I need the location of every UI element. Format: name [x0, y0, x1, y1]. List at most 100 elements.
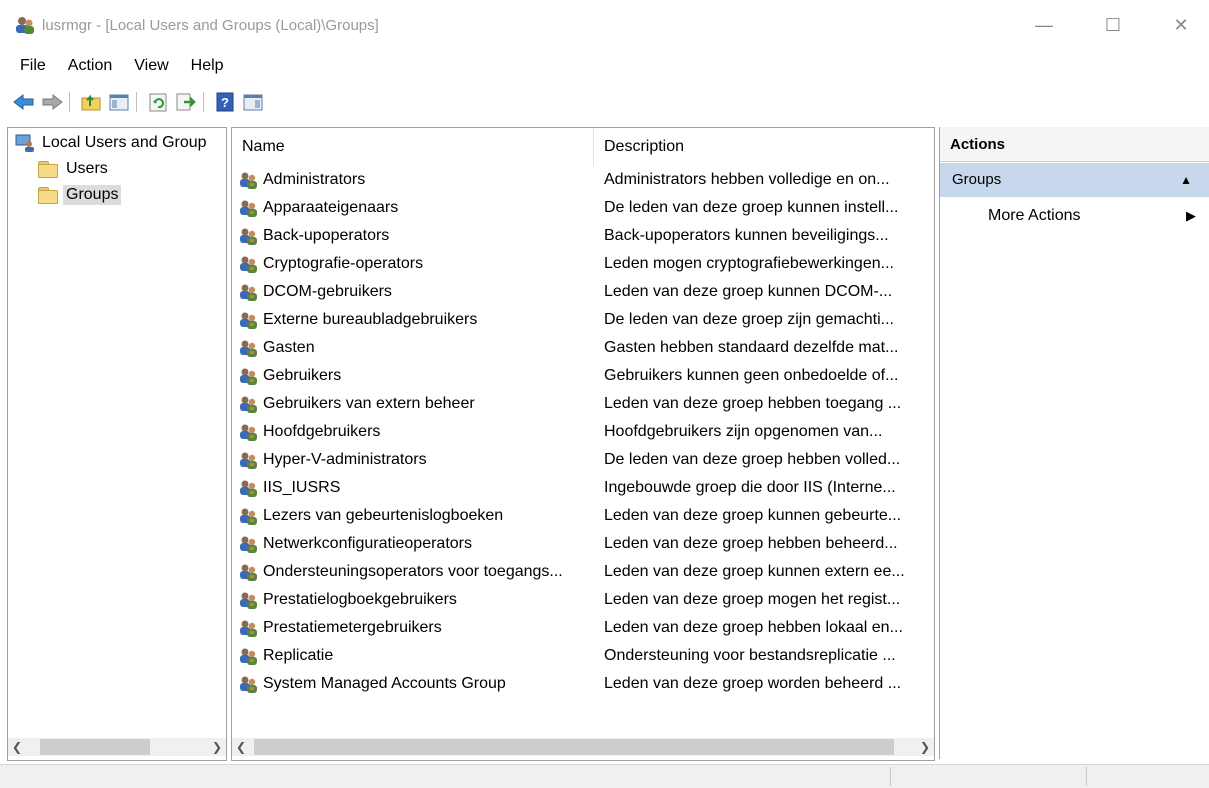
group-description: Ondersteuning voor bestandsreplicatie ..…	[604, 647, 896, 664]
scroll-left-icon[interactable]: ❮	[8, 738, 26, 756]
tree-item-groups-label: Groups	[63, 185, 122, 205]
tree-horizontal-scrollbar[interactable]: ❮ ❯	[8, 738, 226, 756]
group-name: Gebruikers van extern beheer	[263, 395, 475, 412]
computer-users-icon	[15, 134, 34, 152]
actions-title: Actions	[940, 127, 1209, 162]
column-header-description[interactable]: Description	[594, 128, 934, 166]
table-row[interactable]: Lezers van gebeurtenislogboeken Leden van…	[232, 502, 934, 530]
table-row[interactable]: Netwerkconfiguratieoperators Leden van de…	[232, 530, 934, 558]
table-row[interactable]: Ondersteuningsoperators voor toegangs...…	[232, 558, 934, 586]
group-name-cell: Administrators	[232, 170, 594, 190]
users-group-icon	[240, 368, 257, 385]
table-row[interactable]: Cryptografie-operators Leden mogen crypto…	[232, 250, 934, 278]
table-row[interactable]: DCOM-gebruikers Leden van deze groep kunn…	[232, 278, 934, 306]
group-name: Gebruikers	[263, 367, 342, 384]
users-group-icon	[240, 564, 257, 581]
scrollbar-thumb[interactable]	[254, 739, 894, 755]
group-name: Cryptografie-operators	[263, 255, 424, 272]
group-name-cell: Apparaateigenaars	[232, 198, 594, 218]
group-name: DCOM-gebruikers	[263, 283, 392, 300]
table-row[interactable]: Back-upoperators Back-upoperators kunnen …	[232, 222, 934, 250]
table-row[interactable]: Administrators Administrators hebben voll…	[232, 166, 934, 194]
refresh-icon[interactable]	[146, 90, 170, 114]
group-description: De leden van deze groep zijn gemachti...	[604, 311, 894, 328]
group-description: De leden van deze groep kunnen instell..…	[604, 199, 899, 216]
users-group-icon	[240, 676, 257, 693]
group-name-cell: Externe bureaubladgebruikers	[232, 310, 594, 330]
actions-group-label: Groups	[952, 171, 1002, 188]
toolbar-separator	[69, 92, 70, 112]
svg-text:?: ?	[221, 95, 229, 110]
group-name-cell: Cryptografie-operators	[232, 254, 594, 274]
column-header-name[interactable]: Name	[232, 128, 594, 166]
menu-view[interactable]: View	[123, 52, 179, 80]
group-name-cell: IIS_IUSRS	[232, 478, 594, 498]
group-name-cell: Hyper-V-administrators	[232, 450, 594, 470]
minimize-button[interactable]: —	[1021, 10, 1067, 40]
more-actions-label: More Actions	[988, 207, 1081, 224]
group-name-cell: Ondersteuningsoperators voor toegangs...	[232, 562, 594, 582]
group-name-cell: DCOM-gebruikers	[232, 282, 594, 302]
more-actions-item[interactable]: More Actions ▶	[940, 199, 1209, 233]
group-description: Gebruikers kunnen geen onbedoelde of...	[604, 367, 899, 384]
group-description: Gasten hebben standaard dezelfde mat...	[604, 339, 899, 356]
table-row[interactable]: Hyper-V-administrators De leden van deze …	[232, 446, 934, 474]
toolbar-separator	[136, 92, 137, 112]
back-arrow-icon[interactable]	[12, 90, 36, 114]
table-row[interactable]: Prestatiemetergebruikers Leden van deze g…	[232, 614, 934, 642]
table-row[interactable]: Prestatielogboekgebruikers Leden van deze…	[232, 586, 934, 614]
show-hide-console-tree-icon[interactable]	[107, 90, 131, 114]
group-name: Prestatiemetergebruikers	[263, 619, 442, 636]
scroll-left-icon[interactable]: ❮	[232, 738, 250, 756]
forward-arrow-icon[interactable]	[40, 90, 64, 114]
table-row[interactable]: Gasten Gasten hebben standaard dezelfde m…	[232, 334, 934, 362]
group-name-cell: Prestatiemetergebruikers	[232, 618, 594, 638]
users-group-icon	[240, 592, 257, 609]
menu-help[interactable]: Help	[180, 52, 235, 80]
menu-file[interactable]: File	[0, 52, 57, 80]
group-name-cell: Gasten	[232, 338, 594, 358]
maximize-button[interactable]: ☐	[1090, 10, 1136, 40]
tree-root-label: Local Users and Group	[42, 134, 207, 151]
group-name: Replicatie	[263, 647, 334, 664]
table-row[interactable]: Gebruikers van extern beheer Leden van de…	[232, 390, 934, 418]
users-group-icon	[240, 200, 257, 217]
group-description: Leden van deze groep kunnen gebeurte...	[604, 507, 902, 524]
group-name-cell: Hoofdgebruikers	[232, 422, 594, 442]
users-group-icon	[240, 312, 257, 329]
close-button[interactable]: ✕	[1158, 10, 1204, 40]
scrollbar-thumb[interactable]	[40, 739, 150, 755]
status-divider	[890, 767, 891, 786]
tree-item-users[interactable]: Users	[38, 159, 111, 179]
tree-root-local-users-and-groups[interactable]: Local Users and Group	[14, 133, 210, 153]
scroll-right-icon[interactable]: ❯	[208, 738, 226, 756]
users-group-icon	[240, 228, 257, 245]
menu-bar: File Action View Help	[0, 52, 235, 80]
list-horizontal-scrollbar[interactable]: ❮ ❯	[232, 738, 934, 756]
group-name: Ondersteuningsoperators voor toegangs...	[263, 563, 563, 580]
table-row[interactable]: Gebruikers Gebruikers kunnen geen onbedoe…	[232, 362, 934, 390]
group-description: Leden van deze groep kunnen extern ee...	[604, 563, 905, 580]
table-row[interactable]: System Managed Accounts Group Leden van d…	[232, 670, 934, 698]
tree-item-groups[interactable]: Groups	[38, 185, 122, 205]
table-row[interactable]: Replicatie Ondersteuning voor bestandsrep…	[232, 642, 934, 670]
status-bar	[0, 764, 1209, 788]
table-row[interactable]: Hoofdgebruikers Hoofdgebruikers zijn opge…	[232, 418, 934, 446]
export-list-icon[interactable]	[174, 90, 198, 114]
scroll-right-icon[interactable]: ❯	[916, 738, 934, 756]
group-description: De leden van deze groep hebben volled...	[604, 451, 901, 468]
users-group-icon	[240, 620, 257, 637]
actions-pane: Actions Groups ▲ More Actions ▶	[939, 127, 1209, 759]
group-description: Leden van deze groep kunnen DCOM-...	[604, 283, 893, 300]
table-row[interactable]: IIS_IUSRS Ingebouwde groep die door IIS (…	[232, 474, 934, 502]
collapse-up-icon[interactable]: ▲	[1180, 163, 1192, 197]
actions-group-groups[interactable]: Groups ▲	[940, 163, 1209, 197]
up-folder-icon[interactable]	[79, 90, 103, 114]
group-description: Leden van deze groep hebben beheerd...	[604, 535, 898, 552]
table-row[interactable]: Apparaateigenaars De leden van deze groep…	[232, 194, 934, 222]
help-icon[interactable]: ?	[213, 90, 237, 114]
group-description: Leden mogen cryptografiebewerkingen...	[604, 255, 894, 272]
menu-action[interactable]: Action	[57, 52, 123, 80]
table-row[interactable]: Externe bureaubladgebruikers De leden van…	[232, 306, 934, 334]
show-hide-action-pane-icon[interactable]	[241, 90, 265, 114]
